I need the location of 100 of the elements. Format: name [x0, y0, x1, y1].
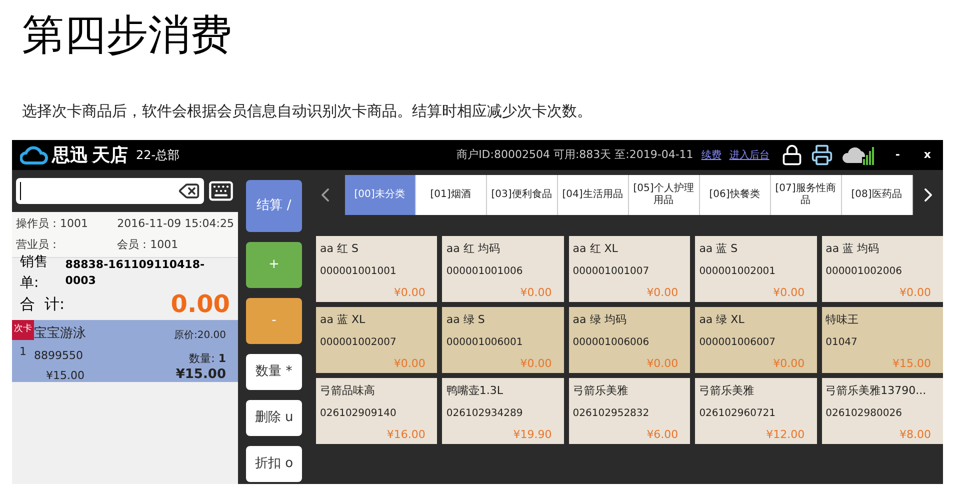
operator-text: 操作员：1001 — [16, 216, 89, 232]
branch-name: 22-总部 — [136, 147, 180, 164]
product-name: aa 蓝 S — [699, 241, 739, 257]
product-name: 弓箭乐美雅13790... — [826, 383, 928, 399]
product-code: 026102934289 — [446, 406, 524, 420]
item-amount: ¥15.00 — [176, 368, 226, 380]
product-code: 026102909140 — [320, 406, 398, 420]
category-tab[interactable]: [07]服务性商品 — [770, 175, 842, 215]
clerk-label: 营业员： — [16, 236, 61, 252]
intro-paragraph: 选择次卡商品后，软件会根据会员信息自动识别次卡商品。结算时相应减少次卡次数。 — [22, 101, 593, 122]
product-name: aa 绿 均码 — [572, 312, 628, 328]
product-price: ¥0.00 — [646, 356, 678, 372]
product-code: 000001002006 — [826, 264, 903, 278]
product-price: ¥0.00 — [394, 356, 426, 372]
cloud-logo-icon — [20, 145, 48, 165]
product-price: ¥16.00 — [386, 426, 426, 442]
product-price: ¥0.00 — [773, 284, 805, 300]
header-link[interactable]: 续费 — [701, 148, 722, 162]
product-code: 01047 — [826, 336, 858, 350]
product-price: ¥0.00 — [394, 284, 426, 300]
product-code: 000001006007 — [699, 336, 777, 350]
category-tab[interactable]: [04]生活用品 — [558, 175, 628, 215]
product-code: 000001001001 — [320, 264, 398, 278]
product-code: 000001002007 — [320, 336, 398, 350]
member-text: 会员：1001 — [117, 236, 180, 252]
search-field[interactable] — [16, 178, 204, 204]
product-card[interactable]: aa 绿 XL 000001006007 ¥0.00 — [695, 307, 817, 373]
product-name: 弓箭乐美雅 — [699, 383, 756, 399]
minimize-button[interactable]: - — [891, 146, 904, 164]
product-card[interactable]: 弓箭乐美雅 026102952832 ¥6.00 — [568, 378, 690, 444]
category-tab[interactable]: [01]烟酒 — [416, 175, 486, 215]
order-item-row[interactable]: 次卡 1 宝宝游泳 8899550 ¥15.00 原价:20.00 数量: 1 ¥15.00 — [12, 320, 238, 382]
product-name: aa 绿 S — [446, 312, 486, 328]
card-ribbon-badge: 次卡 — [12, 320, 34, 340]
action-button[interactable]: 结算 / — [246, 180, 302, 232]
product-price: ¥19.90 — [513, 426, 552, 442]
product-card[interactable]: aa 绿 均码 000001006006 ¥0.00 — [568, 307, 690, 373]
product-card[interactable]: aa 蓝 S 000001002001 ¥0.00 — [695, 236, 817, 302]
item-name: 宝宝游泳 — [34, 325, 87, 343]
product-card[interactable]: 鸭嘴壶1.3L 026102934289 ¥19.90 — [442, 378, 564, 444]
product-name: 鸭嘴壶1.3L — [446, 383, 504, 399]
datetime-text: 2016-11-09 15:04:25 — [117, 216, 234, 232]
product-name: 特味王 — [826, 312, 860, 328]
item-index: 1 — [20, 344, 26, 360]
product-code: 000001006001 — [446, 336, 524, 350]
product-price: ¥0.00 — [520, 284, 552, 300]
logo-text: 天店 — [92, 144, 128, 168]
product-card[interactable]: 弓箭品味高 026102909140 ¥16.00 — [316, 378, 438, 444]
product-card[interactable]: aa 蓝 均码 000001002006 ¥0.00 — [822, 236, 943, 302]
category-tab[interactable]: [05]个人护理用品 — [628, 175, 700, 215]
product-price: ¥8.00 — [900, 426, 931, 442]
product-code: 000001001007 — [572, 264, 650, 278]
category-tab[interactable]: [06]快餐类 — [700, 175, 770, 215]
product-price: ¥6.00 — [646, 426, 678, 442]
product-card[interactable]: 弓箭乐美雅 026102960721 ¥12.00 — [695, 378, 817, 444]
product-name: aa 蓝 XL — [320, 312, 366, 328]
product-name: aa 绿 XL — [699, 312, 746, 328]
product-card[interactable]: aa 红 S 000001001001 ¥0.00 — [316, 236, 438, 302]
total-label: 合 计: — [20, 294, 65, 315]
close-button[interactable]: x — [920, 146, 935, 164]
product-code: 026102960721 — [699, 406, 777, 420]
category-tab[interactable]: [03]便利食品 — [486, 175, 558, 215]
printer-icon[interactable] — [811, 144, 834, 166]
quantity-text: 数量: 1 — [189, 351, 226, 367]
product-card[interactable]: aa 蓝 XL 000001002007 ¥0.00 — [316, 307, 438, 373]
product-price: ¥0.00 — [520, 356, 552, 372]
account-info: 商户ID:80002504 可用:883天 至:2019-04-11 — [456, 146, 694, 163]
category-tab[interactable]: [08]医药品 — [842, 175, 912, 215]
product-code: 026102980026 — [826, 406, 903, 420]
action-button[interactable]: 数量 * — [246, 354, 302, 390]
page-heading: 第四步消费 — [22, 9, 233, 61]
product-price: ¥0.00 — [900, 284, 931, 300]
action-button[interactable]: 折扣 o — [246, 446, 302, 482]
category-tab[interactable]: [00]未分类 — [344, 175, 416, 215]
header-link[interactable]: 进入后台 — [729, 148, 770, 162]
product-code: 026102952832 — [572, 406, 650, 420]
product-name: 弓箭乐美雅 — [572, 383, 629, 399]
product-code: 000001001006 — [446, 264, 524, 278]
product-name: aa 红 均码 — [446, 241, 501, 257]
action-button[interactable]: 删除 u — [246, 400, 302, 436]
product-price: ¥15.00 — [892, 356, 931, 372]
product-name: aa 红 XL — [572, 241, 619, 257]
product-code: 000001006006 — [572, 336, 650, 350]
lock-icon[interactable] — [781, 144, 804, 166]
original-price: 原价:20.00 — [174, 329, 226, 343]
logo-text: 思迅 — [52, 144, 88, 168]
product-name: aa 红 S — [320, 241, 360, 257]
product-card[interactable]: aa 红 均码 000001001006 ¥0.00 — [442, 236, 564, 302]
total-amount: 0.00 — [170, 289, 230, 320]
product-code: 000001002001 — [699, 264, 777, 278]
product-card[interactable]: aa 红 XL 000001001007 ¥0.00 — [568, 236, 690, 302]
sale-number-label: 销售单: — [20, 253, 49, 293]
product-card[interactable]: aa 绿 S 000001006001 ¥0.00 — [442, 307, 564, 373]
item-price: ¥15.00 — [46, 368, 86, 384]
product-card[interactable]: 弓箭乐美雅13790... 026102980026 ¥8.00 — [822, 378, 943, 444]
product-card[interactable]: 特味王 01047 ¥15.00 — [822, 307, 943, 373]
product-price: ¥12.00 — [766, 426, 805, 442]
item-code: 8899550 — [34, 348, 84, 364]
product-price: ¥0.00 — [646, 284, 678, 300]
sale-number: 88838-161109110418-0003 — [65, 256, 206, 289]
